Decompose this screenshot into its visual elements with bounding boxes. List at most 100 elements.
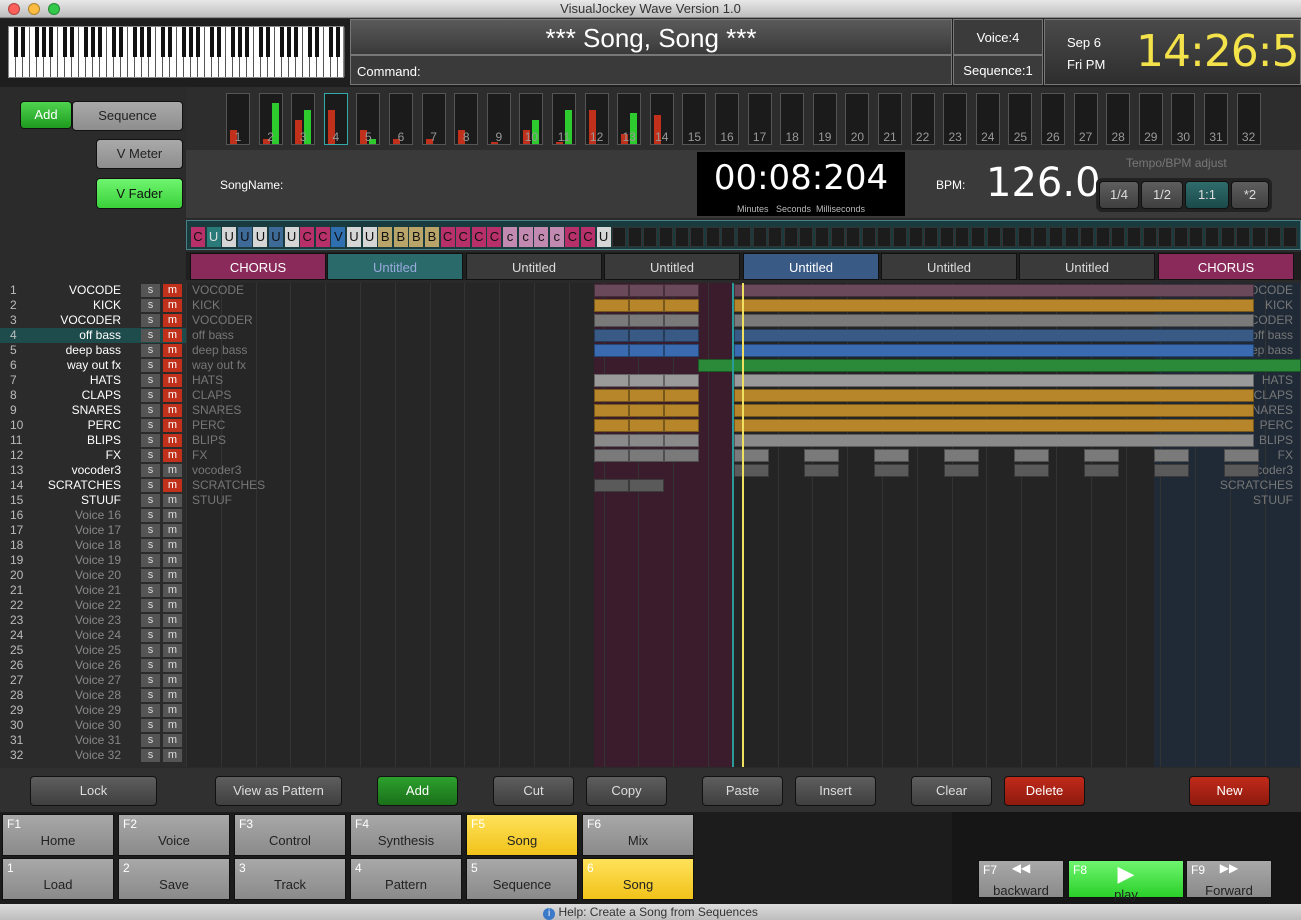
solo-button[interactable]: s bbox=[141, 404, 160, 417]
mute-button[interactable]: m bbox=[163, 674, 182, 687]
pattern-block[interactable] bbox=[804, 449, 839, 462]
piano-black-key[interactable] bbox=[91, 27, 95, 57]
pattern-block[interactable] bbox=[944, 464, 979, 477]
solo-button[interactable]: s bbox=[141, 374, 160, 387]
view-as-pattern-button[interactable]: View as Pattern bbox=[215, 776, 342, 806]
pattern-block[interactable] bbox=[734, 464, 769, 477]
sequence-chip[interactable]: C bbox=[191, 227, 205, 247]
mute-button[interactable]: m bbox=[163, 344, 182, 357]
track-row[interactable]: 14 SCRATCHES s m bbox=[0, 478, 186, 493]
sequence-slot-empty[interactable] bbox=[939, 227, 954, 247]
track-row[interactable]: 21 Voice 21 s m bbox=[0, 583, 186, 598]
pattern-block[interactable] bbox=[1084, 449, 1119, 462]
piano-black-key[interactable] bbox=[35, 27, 39, 57]
solo-button[interactable]: s bbox=[141, 344, 160, 357]
pattern-block[interactable] bbox=[874, 449, 909, 462]
solo-button[interactable]: s bbox=[141, 539, 160, 552]
pattern-block[interactable] bbox=[1224, 464, 1259, 477]
piano-black-key[interactable] bbox=[266, 27, 270, 57]
track-row[interactable]: 17 Voice 17 s m bbox=[0, 523, 186, 538]
sequence-chip[interactable]: U bbox=[269, 227, 283, 247]
sequence-chip[interactable]: C bbox=[440, 227, 455, 247]
piano-black-key[interactable] bbox=[168, 27, 172, 57]
tempo-half-button[interactable]: 1/2 bbox=[1141, 181, 1183, 209]
sequence-slot-empty[interactable] bbox=[1127, 227, 1141, 247]
sequence-slot-empty[interactable] bbox=[1236, 227, 1251, 247]
pattern-block[interactable] bbox=[629, 389, 664, 402]
sequence-chip[interactable]: B bbox=[409, 227, 424, 247]
solo-button[interactable]: s bbox=[141, 479, 160, 492]
pattern-block[interactable] bbox=[594, 314, 629, 327]
mute-button[interactable]: m bbox=[163, 644, 182, 657]
mute-button[interactable]: m bbox=[163, 389, 182, 402]
track-row[interactable]: 6 way out fx s m bbox=[0, 358, 186, 373]
sequence-slot-empty[interactable] bbox=[830, 227, 845, 247]
pattern-block[interactable] bbox=[629, 449, 664, 462]
pattern-block[interactable] bbox=[944, 449, 979, 462]
solo-button[interactable]: s bbox=[141, 569, 160, 582]
sequence-slot-empty[interactable] bbox=[1142, 227, 1157, 247]
mute-button[interactable]: m bbox=[163, 689, 182, 702]
sequence-slot-empty[interactable] bbox=[971, 227, 985, 247]
song-section-3[interactable]: Untitled bbox=[466, 253, 602, 280]
sequence-slot-empty[interactable] bbox=[705, 227, 720, 247]
sequence-slot-empty[interactable] bbox=[627, 227, 642, 247]
song-section-8[interactable]: CHORUS bbox=[1158, 253, 1294, 280]
paste-button[interactable]: Paste bbox=[702, 776, 783, 806]
mute-button[interactable]: m bbox=[163, 449, 182, 462]
pattern-block[interactable] bbox=[629, 344, 664, 357]
pattern-block[interactable] bbox=[734, 449, 769, 462]
piano-black-key[interactable] bbox=[161, 27, 165, 57]
sequence-chip[interactable]: C bbox=[471, 227, 486, 247]
piano-black-key[interactable] bbox=[140, 27, 144, 57]
mute-button[interactable]: m bbox=[163, 629, 182, 642]
track-row[interactable]: 16 Voice 16 s m bbox=[0, 508, 186, 523]
sequence-slot-empty[interactable] bbox=[1002, 227, 1017, 247]
sequence-slot-empty[interactable] bbox=[1033, 227, 1048, 247]
piano-black-key[interactable] bbox=[70, 27, 74, 57]
piano-black-key[interactable] bbox=[196, 27, 200, 57]
sequence-chip[interactable]: B bbox=[393, 227, 408, 247]
pattern-block[interactable] bbox=[594, 434, 629, 447]
piano-black-key[interactable] bbox=[238, 27, 242, 57]
sequence-chip[interactable]: U bbox=[284, 227, 299, 247]
pattern-block[interactable] bbox=[734, 284, 1254, 297]
function-key-synthesis[interactable]: F4 Synthesis bbox=[350, 814, 462, 856]
pattern-block[interactable] bbox=[664, 344, 699, 357]
pattern-block[interactable] bbox=[594, 419, 629, 432]
track-row[interactable]: 28 Voice 28 s m bbox=[0, 688, 186, 703]
sequence-slot-empty[interactable] bbox=[1251, 227, 1266, 247]
action-key-song[interactable]: 6 Song bbox=[582, 858, 694, 900]
tempo-quarter-button[interactable]: 1/4 bbox=[1099, 181, 1139, 209]
track-row[interactable]: 10 PERC s m bbox=[0, 418, 186, 433]
sequence-slot-empty[interactable] bbox=[1189, 227, 1204, 247]
piano-black-key[interactable] bbox=[63, 27, 67, 57]
sequence-slot-empty[interactable] bbox=[955, 227, 970, 247]
song-section-2[interactable]: Untitled bbox=[327, 253, 463, 280]
sequence-chip[interactable]: c bbox=[534, 227, 549, 247]
transport-backward-button[interactable]: F7 ◀◀ backward bbox=[978, 860, 1064, 898]
pattern-block[interactable] bbox=[664, 299, 699, 312]
sequence-slot-empty[interactable] bbox=[908, 227, 923, 247]
function-key-voice[interactable]: F2 Voice bbox=[118, 814, 230, 856]
song-section-6[interactable]: Untitled bbox=[881, 253, 1017, 280]
track-row[interactable]: 4 off bass s m bbox=[0, 328, 186, 343]
sequence-slot-empty[interactable] bbox=[643, 227, 658, 247]
mute-button[interactable]: m bbox=[163, 704, 182, 717]
mute-button[interactable]: m bbox=[163, 614, 182, 627]
pattern-block[interactable] bbox=[664, 404, 699, 417]
sequence-slot-empty[interactable] bbox=[1095, 227, 1110, 247]
insert-button[interactable]: Insert bbox=[795, 776, 876, 806]
solo-button[interactable]: s bbox=[141, 644, 160, 657]
sequence-slot-empty[interactable] bbox=[924, 227, 939, 247]
track-row[interactable]: 7 HATS s m bbox=[0, 373, 186, 388]
sequence-slot-empty[interactable] bbox=[1173, 227, 1188, 247]
mute-button[interactable]: m bbox=[163, 719, 182, 732]
tempo-double-button[interactable]: *2 bbox=[1231, 181, 1269, 209]
sequence-slot-empty[interactable] bbox=[659, 227, 673, 247]
sequence-slot-empty[interactable] bbox=[737, 227, 751, 247]
sequence-slot-empty[interactable] bbox=[1064, 227, 1079, 247]
pattern-block[interactable] bbox=[594, 284, 629, 297]
track-row[interactable]: 22 Voice 22 s m bbox=[0, 598, 186, 613]
mute-button[interactable]: m bbox=[163, 404, 182, 417]
